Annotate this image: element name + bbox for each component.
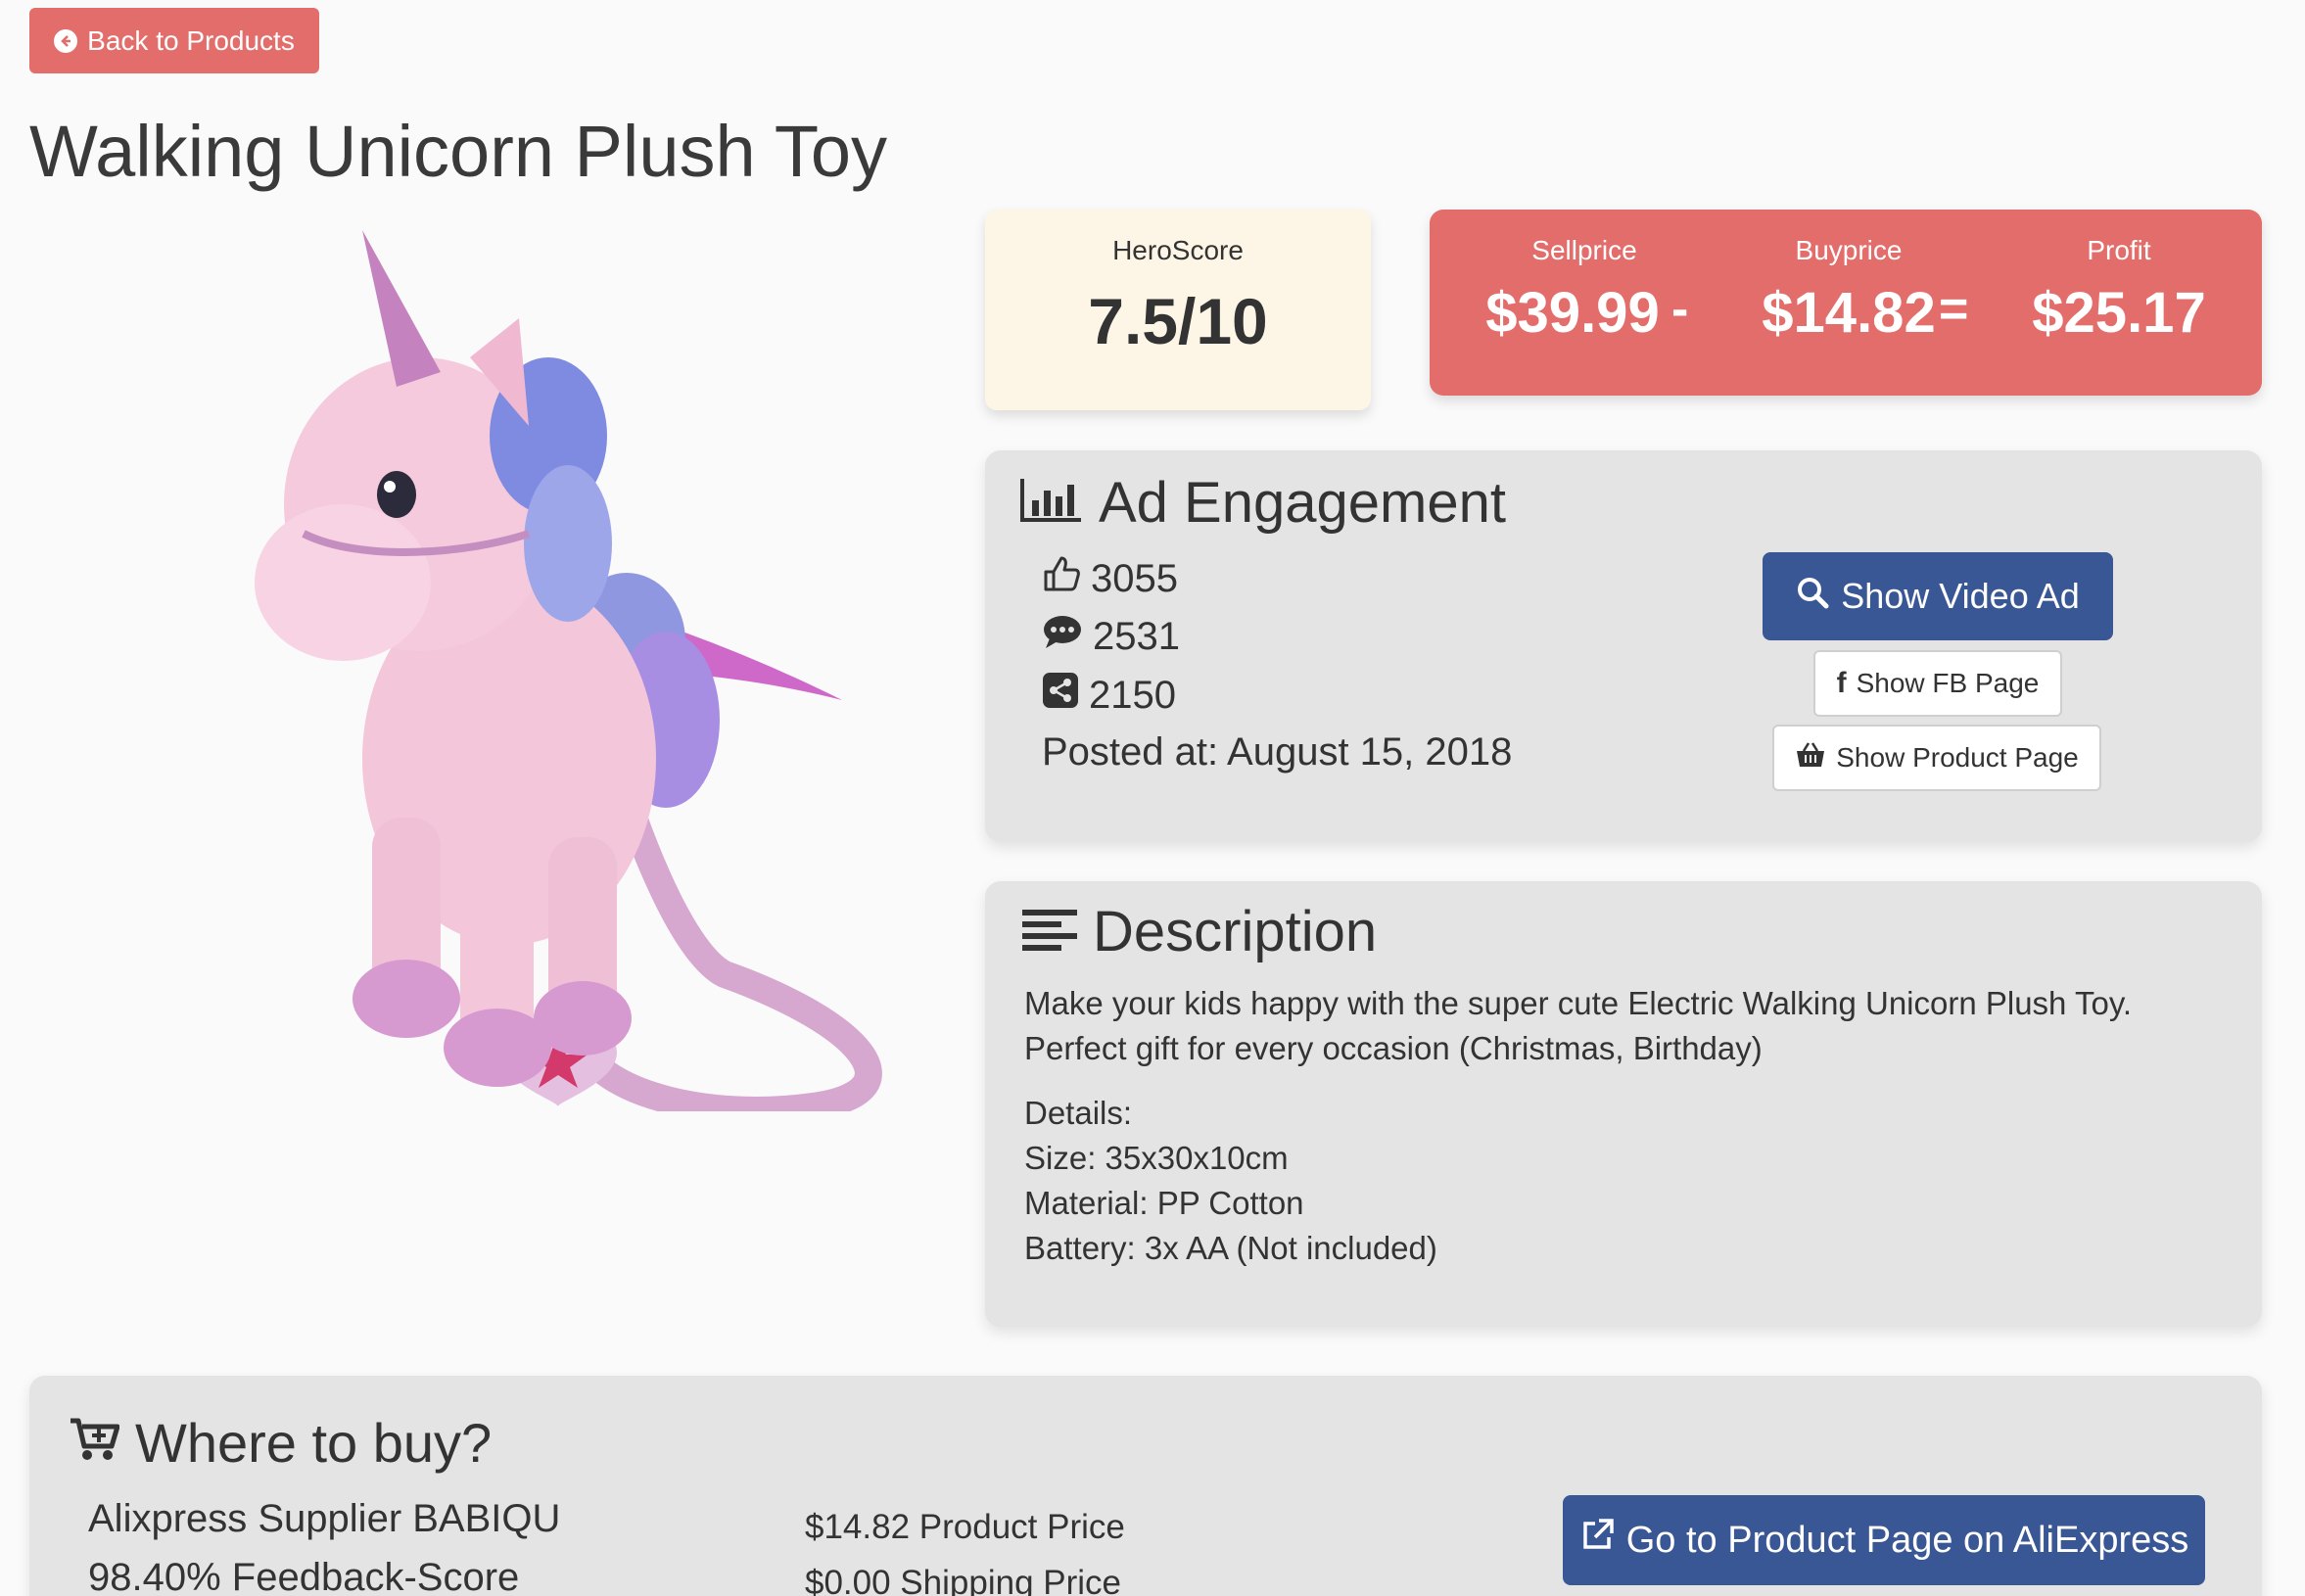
product-price: $14.82 Product Price — [805, 1508, 1125, 1546]
arrow-left-circle-icon — [54, 28, 78, 53]
go-to-aliexpress-label: Go to Product Page on AliExpress — [1625, 1519, 2189, 1561]
comments-stat: 2531 — [1042, 613, 1180, 660]
ad-engagement-title: Ad Engagement — [1099, 471, 1506, 535]
comments-count: 2531 — [1093, 614, 1180, 658]
shopping-basket-icon — [1795, 741, 1826, 775]
where-to-buy-panel: Where to buy? Alixpress Supplier BABIQU … — [29, 1376, 2262, 1596]
price-card: Sellprice $39.99 - Buyprice $14.82 = Pro… — [1430, 210, 2262, 396]
hero-score-label: HeroScore — [1112, 235, 1244, 265]
where-to-buy-title: Where to buy? — [135, 1412, 493, 1474]
back-to-products-button[interactable]: Back to Products — [29, 8, 319, 73]
detail-material: Material: PP Cotton — [1024, 1185, 1304, 1221]
sellprice-label: Sellprice — [1531, 235, 1637, 265]
bar-chart-icon — [1020, 470, 1083, 536]
facebook-icon: f — [1836, 667, 1847, 699]
where-to-buy-heading: Where to buy? — [69, 1411, 492, 1475]
equals-operator: = — [1939, 281, 1969, 338]
shares-stat: 2150 — [1042, 672, 1176, 719]
thumbs-up-icon — [1042, 554, 1081, 603]
hero-score-value: 7.5/10 — [1088, 285, 1268, 357]
show-video-ad-label: Show Video Ad — [1841, 576, 2080, 616]
description-heading: Description — [1022, 899, 1377, 964]
details-label: Details: — [1024, 1095, 1133, 1131]
shipping-price: $0.00 Shipping Price — [805, 1564, 1121, 1596]
posted-date: Posted at: August 15, 2018 — [1042, 730, 1513, 774]
cart-plus-icon — [69, 1411, 120, 1475]
go-to-aliexpress-button[interactable]: Go to Product Page on AliExpress — [1563, 1495, 2205, 1585]
likes-count: 3055 — [1091, 556, 1178, 600]
supplier-name: Alixpress Supplier BABIQU — [88, 1497, 561, 1540]
description-line-1: Make your kids happy with the super cute… — [1024, 985, 2133, 1021]
search-icon — [1796, 576, 1829, 618]
page-title: Walking Unicorn Plush Toy — [29, 111, 888, 192]
likes-stat: 3055 — [1042, 554, 1178, 603]
description-title: Description — [1093, 900, 1378, 963]
comment-icon — [1042, 613, 1083, 660]
back-label: Back to Products — [87, 24, 295, 56]
detail-size: Size: 35x30x10cm — [1024, 1140, 1289, 1176]
profit-value: $25.17 — [2032, 281, 2206, 345]
share-square-icon — [1042, 672, 1079, 719]
ad-engagement-heading: Ad Engagement — [1020, 470, 1506, 536]
feedback-score: 98.40% Feedback-Score — [88, 1556, 520, 1596]
detail-battery: Battery: 3x AA (Not included) — [1024, 1230, 1437, 1266]
ad-engagement-panel: Ad Engagement 3055 2531 2150 Posted at: … — [985, 450, 2262, 842]
shares-count: 2150 — [1089, 673, 1176, 717]
show-product-page-label: Show Product Page — [1836, 742, 2079, 773]
align-left-icon — [1022, 899, 1077, 964]
external-link-icon — [1579, 1518, 1615, 1563]
hero-score-card: HeroScore 7.5/10 — [985, 210, 1371, 410]
buyprice-value: $14.82 — [1762, 281, 1936, 345]
show-fb-page-label: Show FB Page — [1856, 668, 2040, 698]
profit-label: Profit — [2087, 235, 2151, 265]
show-video-ad-button[interactable]: Show Video Ad — [1763, 552, 2113, 640]
sellprice-value: $39.99 — [1485, 281, 1660, 345]
show-fb-page-button[interactable]: f Show FB Page — [1813, 650, 2062, 717]
minus-operator: - — [1671, 281, 1689, 338]
show-product-page-button[interactable]: Show Product Page — [1772, 725, 2101, 791]
description-panel: Description Make your kids happy with th… — [985, 881, 2262, 1327]
product-image — [255, 230, 882, 1111]
buyprice-label: Buyprice — [1795, 235, 1903, 265]
description-line-2: Perfect gift for every occasion (Christm… — [1024, 1030, 1763, 1066]
